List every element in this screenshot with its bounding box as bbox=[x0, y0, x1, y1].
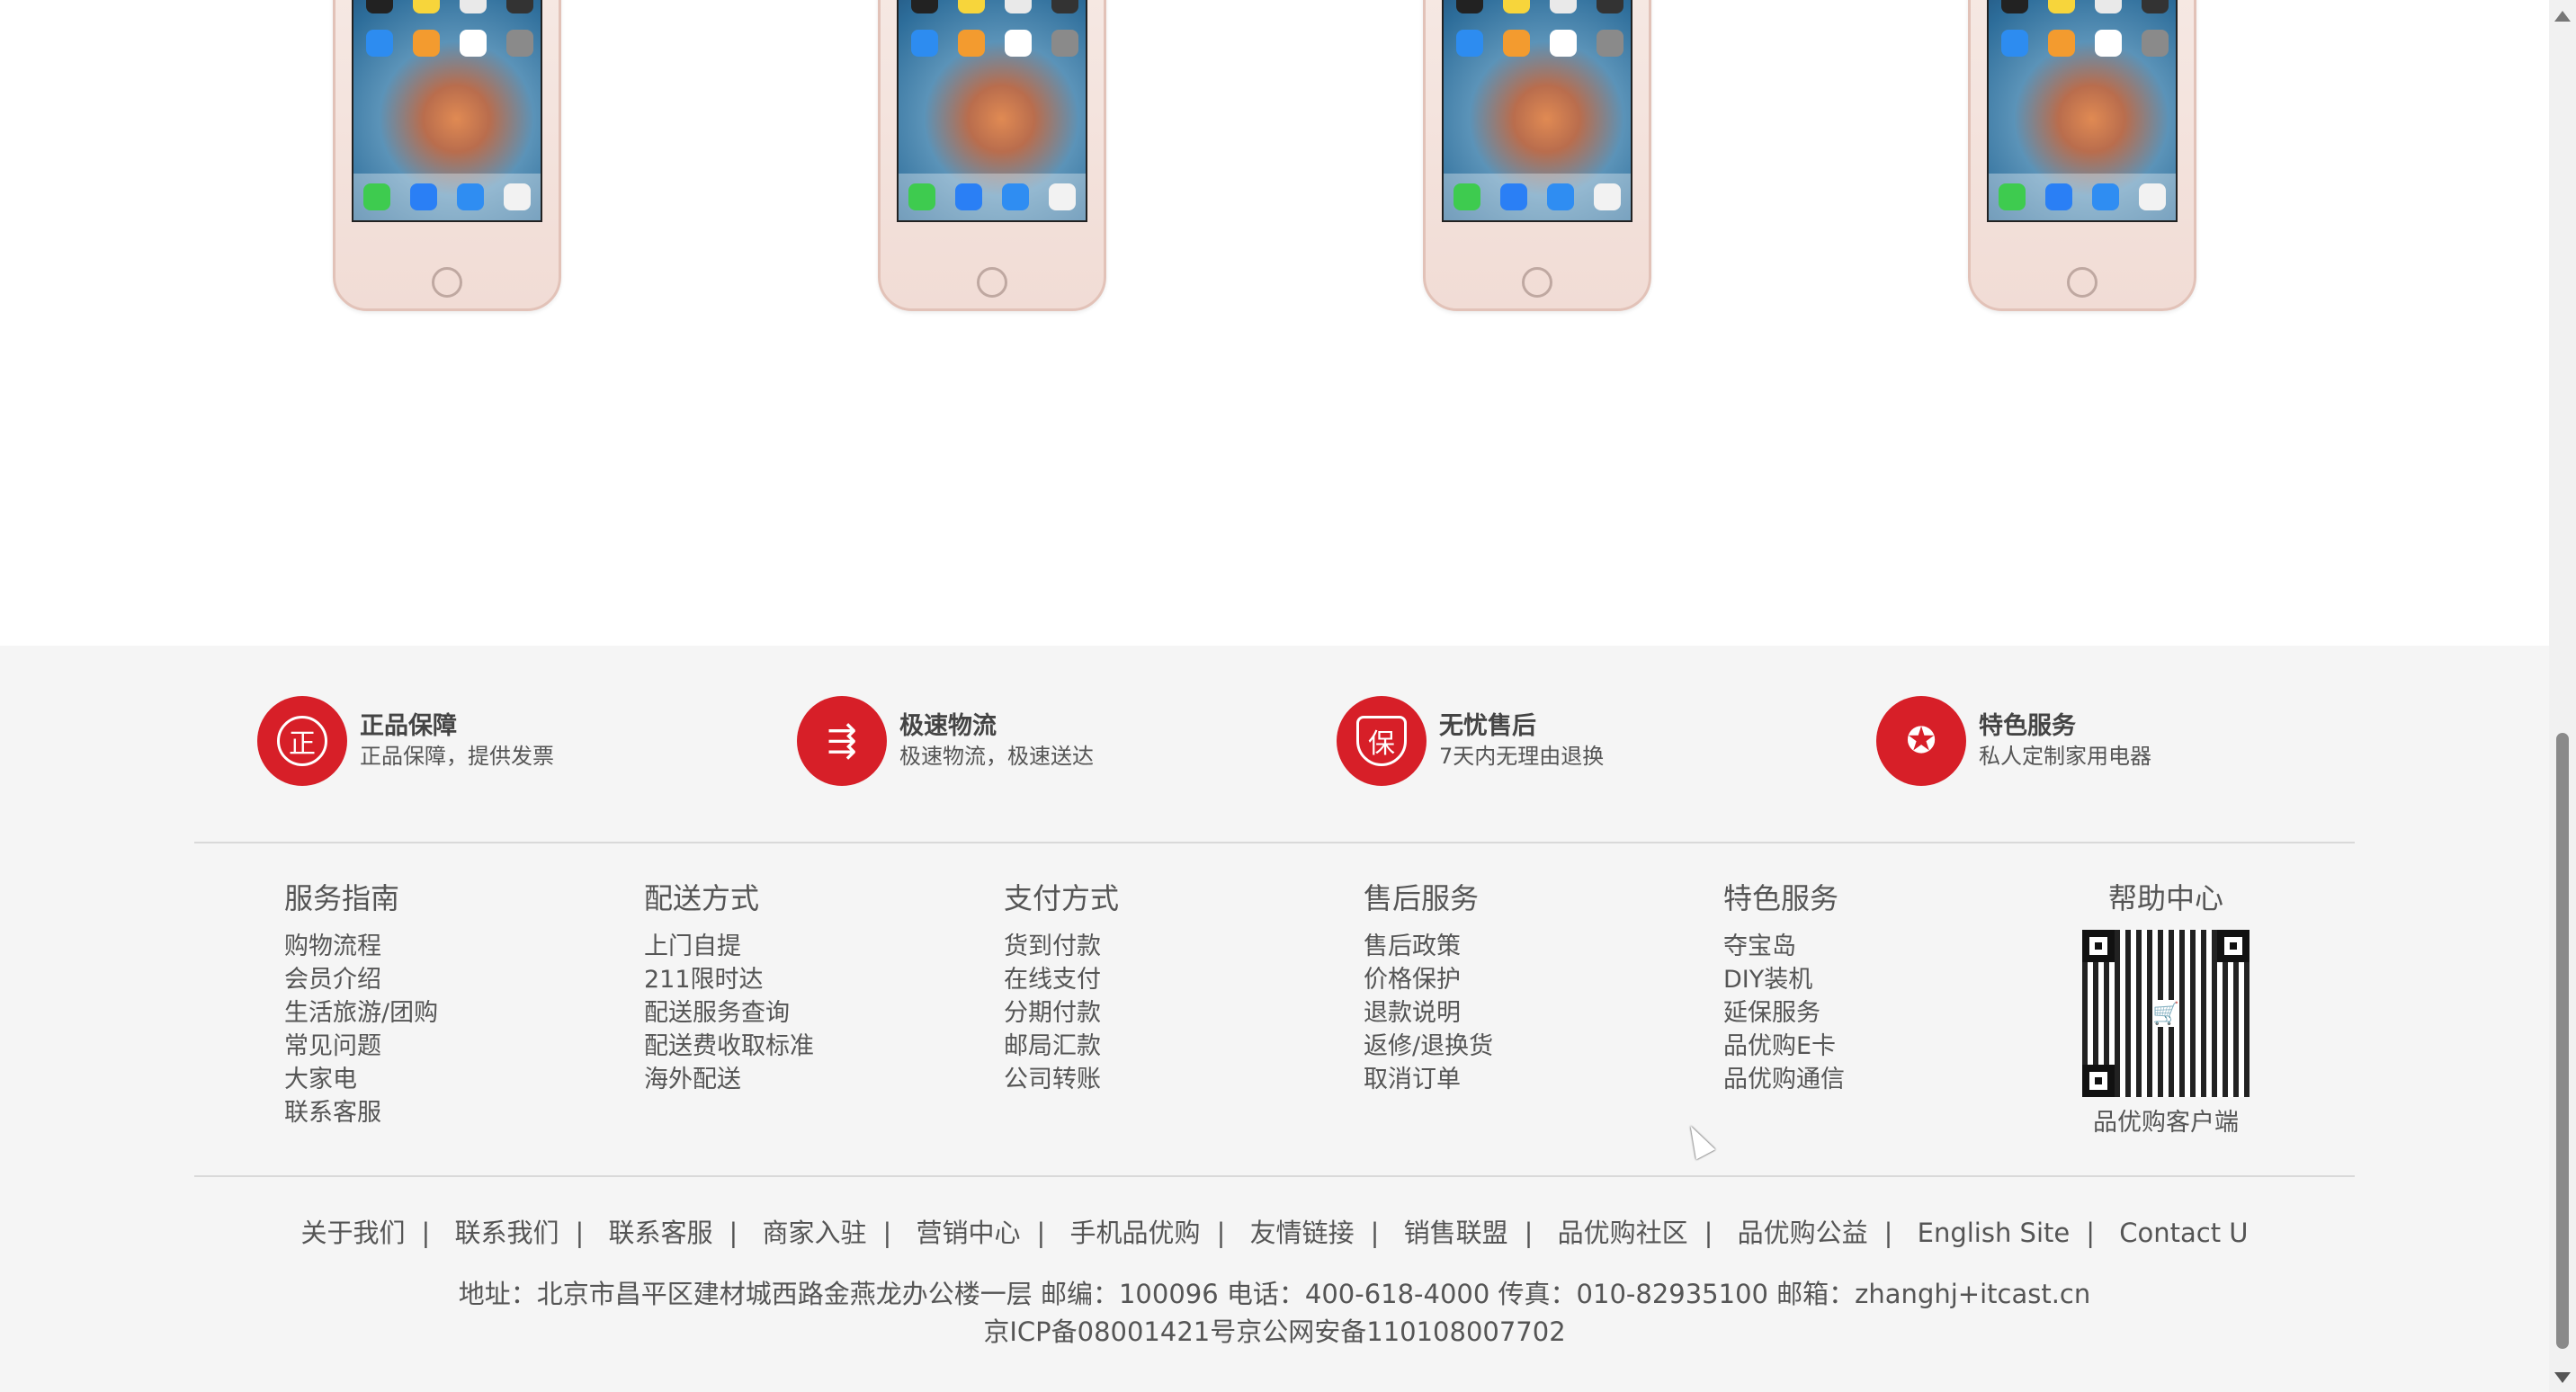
footer-link[interactable]: 退款说明 bbox=[1364, 996, 1493, 1030]
footer-column: 服务指南 购物流程 会员介绍 生活旅游/团购 常见问题 大家电 联系客服 bbox=[284, 879, 438, 1129]
service-item: 正 正品保障正品保障，提供发票 bbox=[257, 696, 554, 786]
footer-link[interactable]: 取消订单 bbox=[1364, 1063, 1493, 1096]
bottom-link[interactable]: 关于我们 bbox=[300, 1218, 405, 1248]
footer-link[interactable]: 返修/退换货 bbox=[1364, 1030, 1493, 1063]
service-item: 保 无忧售后 7天内无理由退换 bbox=[1337, 696, 1604, 786]
bottom-links: 关于我们 | 联系我们 | 联系客服 | 商家入驻 | 营销中心 | 手机品优购 | 友情链… bbox=[300, 1218, 2249, 1248]
footer-link[interactable]: 价格保护 bbox=[1364, 963, 1493, 996]
shield-icon: 保 bbox=[1337, 696, 1427, 786]
footer-link[interactable]: 大家电 bbox=[284, 1063, 438, 1096]
help-center: 帮助中心 🛒 品优购客户端 bbox=[2076, 879, 2256, 1138]
footer-link[interactable]: 生活旅游/团购 bbox=[284, 996, 438, 1030]
authentic-icon: 正 bbox=[257, 696, 347, 786]
phone-screen bbox=[1442, 0, 1632, 222]
delivery-truck-icon: ⇶ bbox=[797, 696, 887, 786]
service-title: 正品保障 bbox=[360, 712, 457, 740]
service-item: ⇶ 极速物流极速物流，极速送达 bbox=[797, 696, 1094, 786]
cart-icon: 🛒 bbox=[2152, 1000, 2179, 1027]
service-promises: 正 正品保障正品保障，提供发票 ⇶ 极速物流极速物流，极速送达 保 无忧售后 7天… bbox=[257, 696, 2416, 795]
bottom-link[interactable]: 品优购社区 bbox=[1558, 1218, 1688, 1248]
phone-screen bbox=[1987, 0, 2178, 222]
footer-link[interactable]: 夺宝岛 bbox=[1723, 930, 1845, 963]
scroll-down-icon[interactable] bbox=[2554, 1372, 2571, 1383]
icp-text: 京ICP备08001421号京公网安备110108007702 bbox=[983, 1316, 1566, 1347]
footer-column: 配送方式 上门自提 211限时达 配送服务查询 配送费收取标准 海外配送 bbox=[644, 879, 814, 1096]
bottom-link[interactable]: Contact U bbox=[2119, 1218, 2248, 1248]
footer-link[interactable]: 常见问题 bbox=[284, 1030, 438, 1063]
footer-link[interactable]: 海外配送 bbox=[644, 1063, 814, 1096]
footer-column: 支付方式 货到付款 在线支付 分期付款 邮局汇款 公司转账 bbox=[1004, 879, 1119, 1096]
column-title: 特色服务 bbox=[1723, 881, 1839, 915]
footer: 正 正品保障正品保障，提供发票 ⇶ 极速物流极速物流，极速送达 保 无忧售后 7天… bbox=[0, 646, 2549, 1392]
service-title: 特色服务 bbox=[1979, 712, 2076, 740]
page: 正 正品保障正品保障，提供发票 ⇶ 极速物流极速物流，极速送达 保 无忧售后 7天… bbox=[0, 0, 2549, 1392]
service-title: 极速物流 bbox=[899, 712, 997, 740]
footer-link[interactable]: 货到付款 bbox=[1004, 930, 1119, 963]
footer-link[interactable]: 售后政策 bbox=[1364, 930, 1493, 963]
bottom-link[interactable]: 手机品优购 bbox=[1070, 1218, 1201, 1248]
divider bbox=[194, 1175, 2355, 1177]
footer-column: 售后服务 售后政策 价格保护 退款说明 返修/退换货 取消订单 bbox=[1364, 879, 1493, 1096]
qr-code-icon: 🛒 bbox=[2082, 930, 2250, 1097]
home-button-icon bbox=[2067, 267, 2097, 298]
product-list bbox=[0, 0, 2549, 646]
footer-link[interactable]: 品优购E卡 bbox=[1723, 1030, 1845, 1063]
column-title: 配送方式 bbox=[644, 881, 760, 915]
product-image[interactable] bbox=[1968, 0, 2196, 311]
service-item: ✪ 特色服务私人定制家用电器 bbox=[1876, 696, 2151, 786]
column-title: 服务指南 bbox=[284, 881, 400, 915]
column-title: 支付方式 bbox=[1004, 881, 1120, 915]
product-image[interactable] bbox=[878, 0, 1106, 311]
footer-link[interactable]: 分期付款 bbox=[1004, 996, 1119, 1030]
footer-link[interactable]: 品优购通信 bbox=[1723, 1063, 1845, 1096]
help-title: 帮助中心 bbox=[2107, 881, 2223, 915]
home-button-icon bbox=[1522, 267, 1552, 298]
footer-link[interactable]: 在线支付 bbox=[1004, 963, 1119, 996]
footer-link[interactable]: 会员介绍 bbox=[284, 963, 438, 996]
address-text: 地址：北京市昌平区建材城西路金燕龙办公楼一层 邮编：100096 电话：400-… bbox=[458, 1279, 2091, 1309]
bottom-link[interactable]: 销售联盟 bbox=[1404, 1218, 1508, 1248]
footer-link[interactable]: DIY装机 bbox=[1723, 963, 1845, 996]
award-icon: ✪ bbox=[1876, 696, 1966, 786]
bottom-link[interactable]: 商家入驻 bbox=[763, 1218, 867, 1248]
home-button-icon bbox=[977, 267, 1007, 298]
bottom-link[interactable]: 友情链接 bbox=[1250, 1218, 1355, 1248]
footer-link[interactable]: 211限时达 bbox=[644, 963, 814, 996]
product-image[interactable] bbox=[1423, 0, 1651, 311]
phone-screen bbox=[897, 0, 1087, 222]
home-button-icon bbox=[432, 267, 462, 298]
footer-link[interactable]: 联系客服 bbox=[284, 1096, 438, 1129]
vertical-scrollbar[interactable] bbox=[2549, 0, 2576, 1392]
bottom-link[interactable]: English Site bbox=[1918, 1218, 2071, 1248]
scroll-up-icon[interactable] bbox=[2554, 11, 2571, 22]
bottom-link[interactable]: 联系客服 bbox=[609, 1218, 713, 1248]
bottom-link[interactable]: 联系我们 bbox=[454, 1218, 559, 1248]
footer-link[interactable]: 配送费收取标准 bbox=[644, 1030, 814, 1063]
footer-link[interactable]: 购物流程 bbox=[284, 930, 438, 963]
service-subtitle: 7天内无理由退换 bbox=[1439, 744, 1605, 769]
service-subtitle: 极速物流，极速送达 bbox=[899, 744, 1094, 769]
service-subtitle: 正品保障，提供发票 bbox=[360, 744, 554, 769]
footer-link[interactable]: 延保服务 bbox=[1723, 996, 1845, 1030]
column-title: 售后服务 bbox=[1364, 881, 1480, 915]
product-image[interactable] bbox=[333, 0, 561, 311]
footer-column: 特色服务 夺宝岛 DIY装机 延保服务 品优购E卡 品优购通信 bbox=[1723, 879, 1845, 1096]
scrollbar-thumb[interactable] bbox=[2556, 733, 2569, 1349]
bottom-link[interactable]: 品优购公益 bbox=[1738, 1218, 1868, 1248]
footer-link[interactable]: 公司转账 bbox=[1004, 1063, 1119, 1096]
bottom-link[interactable]: 营销中心 bbox=[917, 1218, 1021, 1248]
footer-link[interactable]: 上门自提 bbox=[644, 930, 814, 963]
footer-link[interactable]: 邮局汇款 bbox=[1004, 1030, 1119, 1063]
divider bbox=[194, 842, 2355, 843]
footer-link[interactable]: 配送服务查询 bbox=[644, 996, 814, 1030]
service-subtitle: 私人定制家用电器 bbox=[1979, 744, 2151, 769]
service-title: 无忧售后 bbox=[1439, 712, 1536, 740]
phone-screen bbox=[352, 0, 542, 222]
footer-link-columns: 服务指南 购物流程 会员介绍 生活旅游/团购 常见问题 大家电 联系客服 配送方… bbox=[284, 879, 2353, 1158]
qr-caption: 品优购客户端 bbox=[2093, 1109, 2239, 1137]
